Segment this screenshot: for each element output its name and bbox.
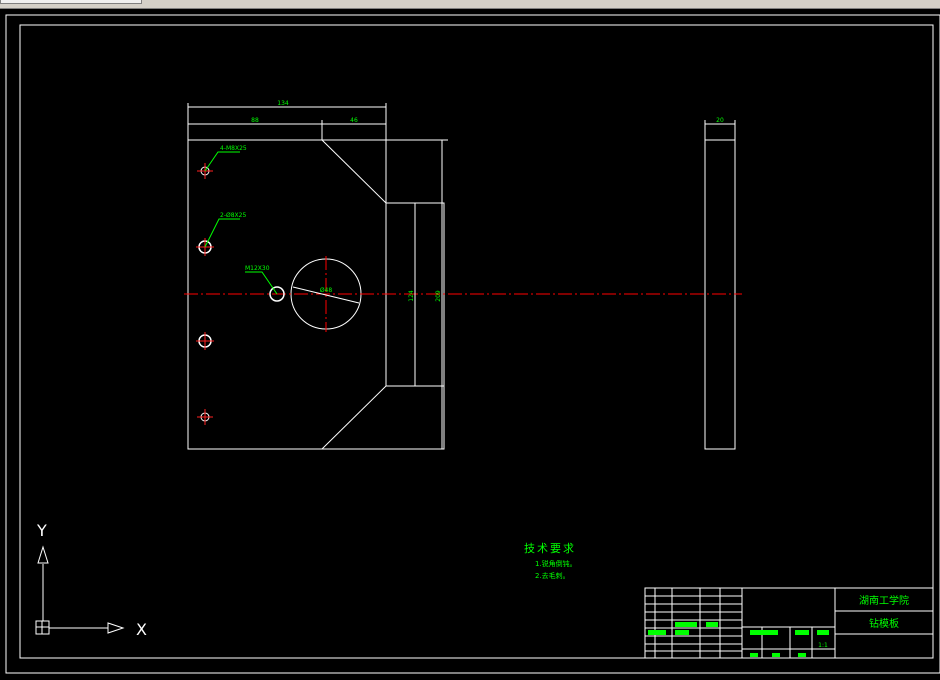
title-company: 湖南工学院	[859, 594, 909, 607]
dim-overall-width: 134	[277, 100, 289, 107]
dim-circle-dia: Ø48	[320, 287, 333, 294]
dimension-texts: 134 88 46 124 209 20 Ø48 4-M8X25 2-Ø8X25…	[220, 100, 724, 302]
drawing-frame	[5, 14, 940, 674]
chamfer-bottom-line	[321, 385, 387, 450]
hole-label-1: 4-M8X25	[220, 145, 247, 152]
hole-label-3: M12X30	[245, 265, 270, 272]
tech-req-line-1: 1.锐角倒钝。	[535, 559, 577, 568]
hole-4	[196, 332, 214, 350]
tech-req-line-2: 2.去毛刺。	[535, 571, 570, 580]
drawing-tab[interactable]	[0, 0, 142, 4]
dim-thickness: 20	[716, 117, 724, 124]
hole-label-2: 2-Ø8X25	[220, 212, 246, 219]
dimensions	[187, 103, 736, 449]
hole-5	[197, 409, 213, 425]
ucs-x-label: X	[136, 620, 147, 639]
title-part-name: 钻模板	[869, 617, 899, 630]
dim-right-segment: 46	[350, 117, 358, 124]
technical-requirements: 技术要求 1.锐角倒钝。 2.去毛刺。	[524, 542, 577, 580]
chamfer-top-line	[321, 139, 387, 204]
ucs-icon	[35, 545, 125, 635]
dim-left-segment: 88	[251, 117, 259, 124]
tech-req-title: 技术要求	[524, 542, 576, 555]
title-block-texts: 湖南工学院 钻模板 1:1	[818, 594, 909, 649]
dim-overall-height: 209	[435, 290, 442, 302]
title-scale: 1:1	[818, 642, 828, 649]
ucs-y-label: Y	[36, 521, 47, 540]
dim-inner-height: 124	[408, 290, 415, 302]
cad-drawing-canvas[interactable]: 134 88 46 124 209 20 Ø48 4-M8X25 2-Ø8X25…	[0, 8, 940, 676]
